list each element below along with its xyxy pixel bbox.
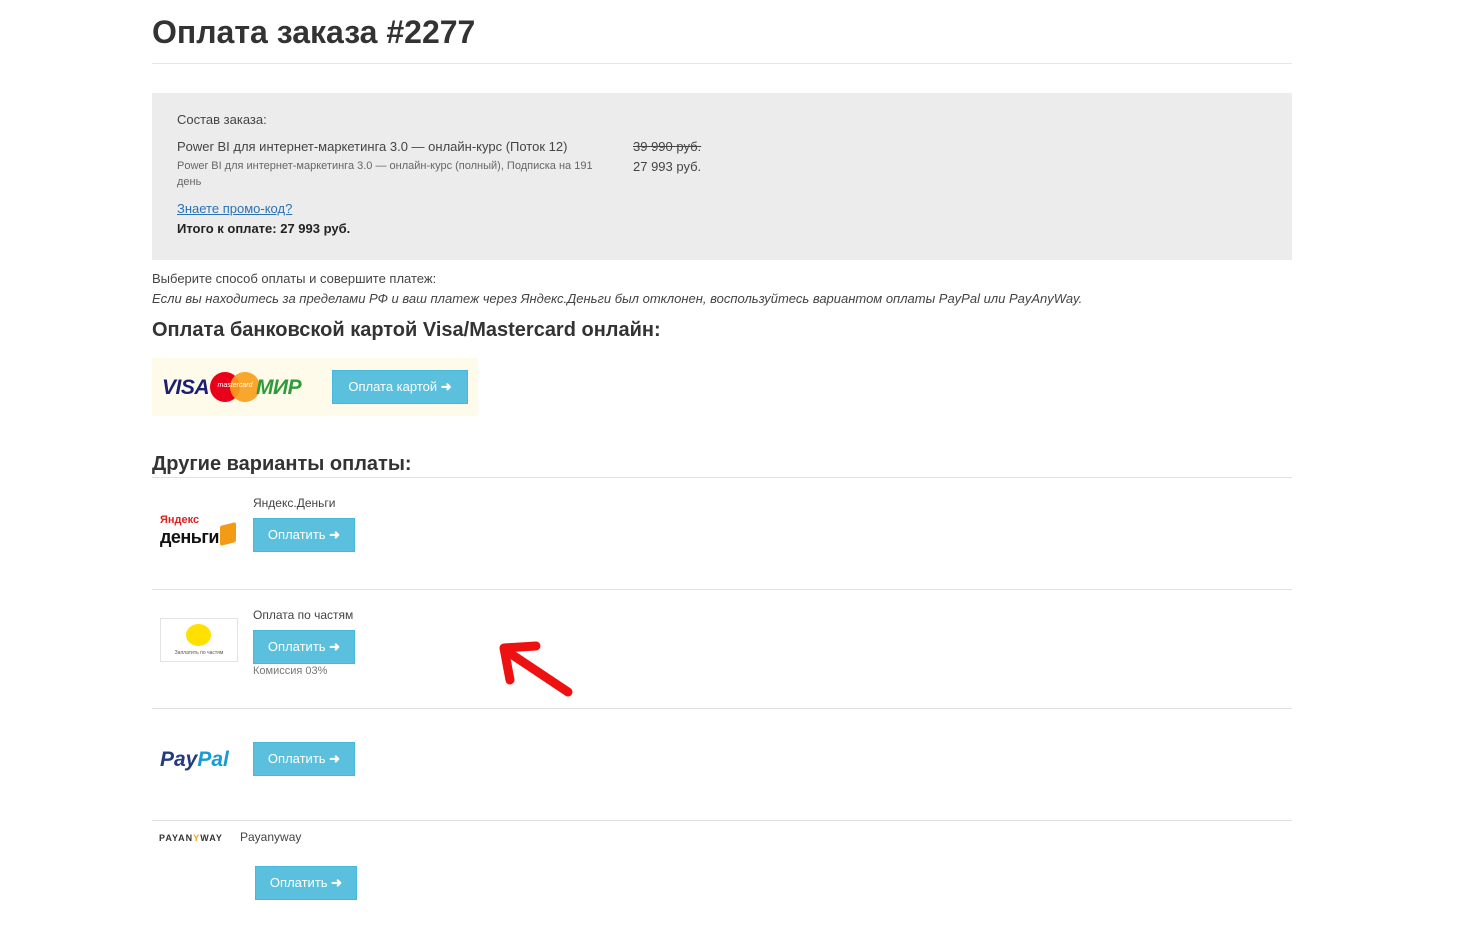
pay-by-card-button[interactable]: Оплата картой ➜ xyxy=(332,370,468,404)
order-total: Итого к оплате: 27 993 руб. xyxy=(177,221,351,236)
title-divider xyxy=(152,63,1292,64)
arrow-right-icon: ➜ xyxy=(440,379,452,394)
mastercard-logo: mastercard xyxy=(210,372,260,402)
mir-logo: МИР xyxy=(256,376,302,399)
other-payments-heading: Другие варианты оплаты: xyxy=(152,453,412,475)
payment-divider xyxy=(152,589,1292,590)
other-payments-divider xyxy=(152,477,1292,478)
installments-name: Оплата по частям xyxy=(253,608,354,622)
mastercard-logo-text: mastercard xyxy=(217,382,253,389)
paypal-logo-pay: Pay xyxy=(160,748,198,771)
installments-commission: Комиссия 03% xyxy=(253,665,328,677)
order-summary: Состав заказа: Power BI для интернет-мар… xyxy=(152,93,1292,260)
yandex-logo-line2: деньги xyxy=(160,527,219,547)
yandex-money-name: Яндекс.Деньги xyxy=(253,496,336,510)
pay-paypal-button[interactable]: Оплатить ➜ xyxy=(253,742,355,776)
card-payment-box: VISA mastercard МИР Оплата картой ➜ xyxy=(152,358,478,416)
wallet-icon xyxy=(220,522,236,546)
payanyway-logo-part1: PAYAN xyxy=(159,833,194,843)
order-new-price: 27 993 руб. xyxy=(633,159,702,174)
card-logos: VISA mastercard МИР xyxy=(162,372,314,402)
pay-by-card-label: Оплата картой xyxy=(348,379,438,394)
payment-divider xyxy=(152,820,1292,821)
order-item-subtitle: Power BI для интернет-маркетинга 3.0 — о… xyxy=(177,160,593,188)
pay-payanyway-button[interactable]: Оплатить ➜ xyxy=(255,866,357,900)
pay-payanyway-label: Оплатить xyxy=(269,875,328,890)
pay-yandex-button[interactable]: Оплатить ➜ xyxy=(253,518,355,552)
payanyway-logo: PAYANYWAY xyxy=(159,833,223,843)
pay-installments-button[interactable]: Оплатить ➜ xyxy=(253,630,355,664)
yandex-logo-line1: Яндекс xyxy=(160,514,200,526)
order-old-price: 39 990 руб. xyxy=(633,139,702,154)
promo-code-link[interactable]: Знаете промо-код? xyxy=(177,201,292,216)
red-annotation-arrow-icon xyxy=(499,641,573,697)
payanyway-logo-part3: WAY xyxy=(200,833,223,843)
payanyway-name: Payanyway xyxy=(240,830,302,844)
payment-foreign-note: Если вы находитесь за пределами РФ и ваш… xyxy=(152,291,1083,306)
pay-yandex-label: Оплатить xyxy=(267,527,326,542)
arrow-right-icon: ➜ xyxy=(329,751,341,766)
page-title: Оплата заказа #2277 xyxy=(152,14,476,50)
payment-divider xyxy=(152,708,1292,709)
paypal-logo: PayPal xyxy=(160,748,229,772)
arrow-right-icon: ➜ xyxy=(331,875,343,890)
order-item-name: Power BI для интернет-маркетинга 3.0 — о… xyxy=(177,139,568,154)
card-payment-heading: Оплата банковской картой Visa/Mastercard… xyxy=(152,319,661,341)
arrow-right-icon: ➜ xyxy=(329,527,341,542)
pay-installments-label: Оплатить xyxy=(267,639,326,654)
payment-instruction: Выберите способ оплаты и совершите плате… xyxy=(152,271,437,286)
pay-paypal-label: Оплатить xyxy=(267,751,326,766)
arrow-right-icon: ➜ xyxy=(329,639,341,654)
installments-logo: Заплатить по частям xyxy=(160,618,238,662)
order-composition-label: Состав заказа: xyxy=(177,112,267,127)
visa-logo: VISA xyxy=(162,376,210,399)
yellow-circle-icon xyxy=(186,624,211,646)
installments-logo-text: Заплатить по частям xyxy=(174,650,224,656)
paypal-logo-pal: Pal xyxy=(197,748,229,771)
yandex-money-logo: Яндекс деньги xyxy=(160,514,240,554)
